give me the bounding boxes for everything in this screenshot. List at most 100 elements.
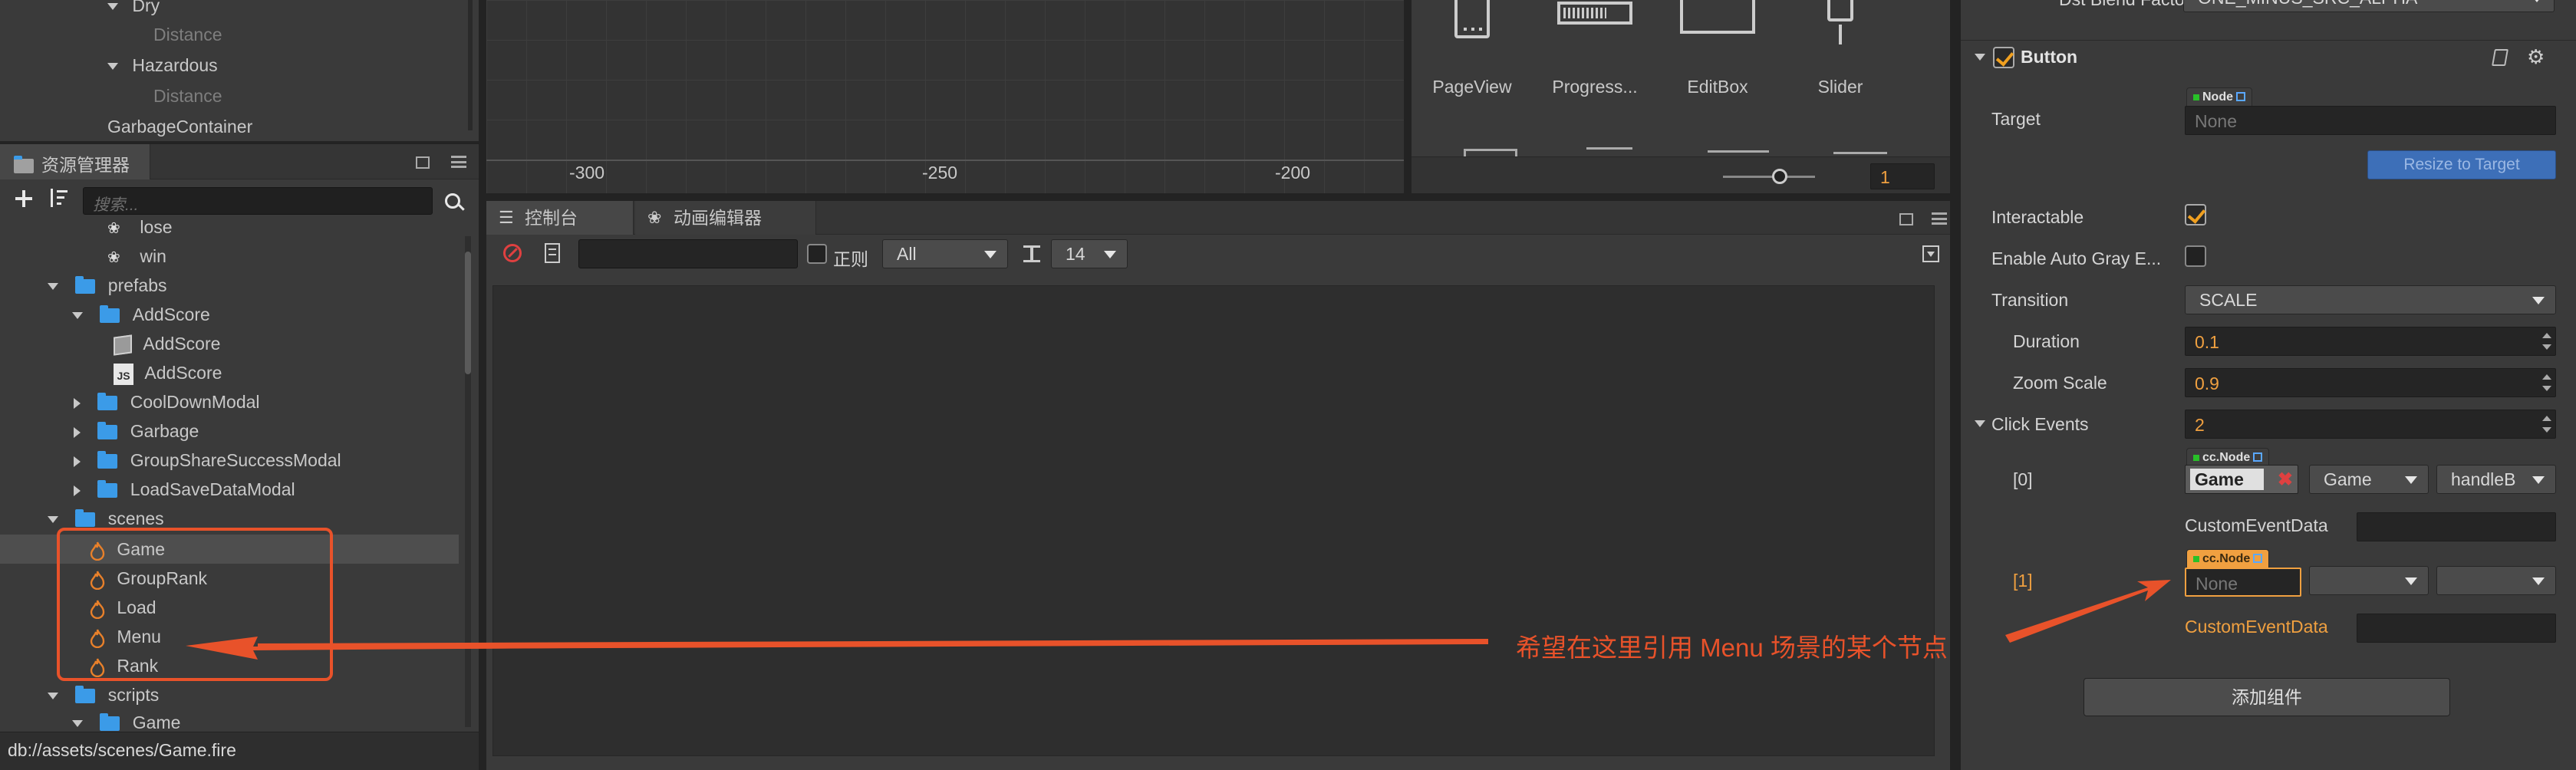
popout-icon[interactable] xyxy=(1899,213,1913,225)
interactable-checkbox[interactable] xyxy=(2185,204,2206,225)
zoom-slider-track[interactable] xyxy=(1723,176,1815,178)
auto-gray-checkbox[interactable] xyxy=(2185,245,2206,267)
event0-component-select[interactable]: Game xyxy=(2309,465,2429,494)
button-component-header[interactable]: Button ⚙ xyxy=(1961,40,2576,75)
asset-folder-addscore[interactable]: AddScore xyxy=(72,300,210,329)
widget-item-progressbar[interactable]: Progress... xyxy=(1545,0,1645,107)
asset-folder-cooldownmodal[interactable]: CoolDownModal xyxy=(74,387,260,416)
widget-item-slider[interactable]: Slider xyxy=(1790,0,1890,107)
event0-custom-data-field[interactable] xyxy=(2357,512,2556,541)
regex-checkbox[interactable] xyxy=(807,244,827,264)
event0-node-field[interactable]: Game ✖ xyxy=(2185,465,2298,494)
zoom-value-field[interactable]: 1 xyxy=(1870,163,1935,189)
event1-custom-data-field[interactable] xyxy=(2357,614,2556,643)
asset-manager-panel: 资源管理器 搜索... ❀ lose ❀ win prefabs AddScor… xyxy=(0,144,479,770)
widget-item-editbox[interactable]: EditBox xyxy=(1668,0,1767,107)
widget-item-pageview[interactable]: PageView xyxy=(1422,0,1522,107)
expand-arrow-icon[interactable] xyxy=(1975,54,1985,61)
asset-folder-loadsavedatamodal[interactable]: LoadSaveDataModal xyxy=(74,475,295,504)
asset-item-addscore-script[interactable]: JS AddScore xyxy=(114,358,222,387)
event0-handler-select[interactable]: handleB xyxy=(2436,465,2556,494)
progressbar-icon xyxy=(1557,2,1632,25)
chevron-down-icon xyxy=(2532,578,2545,585)
chevron-down-icon xyxy=(2405,578,2417,585)
zoom-slider-handle[interactable] xyxy=(1772,169,1787,184)
hierarchy-item-distance[interactable]: Distance xyxy=(153,81,222,110)
expand-arrow-icon[interactable] xyxy=(48,693,58,700)
resize-to-target-button[interactable]: Resize to Target xyxy=(2367,150,2556,179)
asset-folder-scripts[interactable]: scripts xyxy=(48,680,159,709)
collapse-arrow-icon[interactable] xyxy=(74,456,81,467)
stepper-icon[interactable] xyxy=(2538,410,2555,438)
asset-item-lose[interactable]: ❀ lose xyxy=(107,219,173,242)
asset-tree: ❀ lose ❀ win prefabs AddScore AddScore J… xyxy=(0,219,469,732)
event1-node-field[interactable]: None xyxy=(2185,568,2301,597)
clear-node-icon[interactable]: ✖ xyxy=(2278,469,2293,491)
collapse-toggle-icon[interactable] xyxy=(1922,245,1939,262)
expand-arrow-icon[interactable] xyxy=(107,63,118,71)
asset-folder-groupsharesuccessmodal[interactable]: GroupShareSuccessModal xyxy=(74,446,341,475)
duration-field[interactable]: 0.1 xyxy=(2185,327,2556,356)
menu-icon[interactable] xyxy=(451,156,466,168)
transition-select[interactable]: SCALE xyxy=(2185,285,2556,314)
hierarchy-item-dry[interactable]: Dry xyxy=(107,0,160,20)
clear-console-icon[interactable] xyxy=(503,244,522,262)
hierarchy-item-distance[interactable]: Distance xyxy=(153,20,222,49)
dst-blend-factor-select[interactable]: ONE_MINUS_SRC_ALPHA xyxy=(2183,0,2555,12)
collapse-arrow-icon[interactable] xyxy=(74,397,81,409)
expand-arrow-icon[interactable] xyxy=(107,3,118,11)
event1-component-select[interactable] xyxy=(2309,566,2429,595)
link-icon[interactable] xyxy=(2253,554,2263,563)
expand-arrow-icon[interactable] xyxy=(48,516,58,524)
menu-icon[interactable] xyxy=(1932,212,1947,225)
hierarchy-scrollbar[interactable] xyxy=(468,0,473,130)
stepper-icon[interactable] xyxy=(2538,327,2555,355)
scene-axis-line xyxy=(486,160,1404,161)
asset-manager-tab[interactable]: 资源管理器 xyxy=(0,144,150,179)
gear-icon[interactable]: ⚙ xyxy=(2527,45,2545,69)
hierarchy-item-garbage-container[interactable]: GarbageContainer xyxy=(107,112,252,141)
log-level-select[interactable]: All xyxy=(882,239,1008,268)
link-icon[interactable] xyxy=(2253,452,2263,462)
expand-arrow-icon[interactable] xyxy=(72,312,83,320)
target-node-field[interactable]: None xyxy=(2185,106,2556,135)
widget-label: Progress... xyxy=(1552,77,1638,97)
popout-icon[interactable] xyxy=(416,156,430,169)
hierarchy-item-hazardous[interactable]: Hazardous xyxy=(107,51,218,80)
font-size-select[interactable]: 14 xyxy=(1051,239,1128,268)
stepper-icon[interactable] xyxy=(2538,369,2555,397)
asset-item-win[interactable]: ❀ win xyxy=(107,242,166,271)
collapse-arrow-icon[interactable] xyxy=(74,485,81,496)
asset-item-addscore-prefab[interactable]: AddScore xyxy=(114,329,220,358)
js-icon: JS xyxy=(114,363,133,385)
search-icon[interactable] xyxy=(445,193,465,211)
scene-view[interactable]: -300 -250 -200 xyxy=(486,0,1404,193)
tab-console[interactable]: ☰ 控制台 xyxy=(486,201,634,235)
collapse-arrow-icon[interactable] xyxy=(74,426,81,438)
asset-search-input[interactable]: 搜索... xyxy=(83,187,433,215)
tab-animation-editor[interactable]: ❀ 动画编辑器 xyxy=(635,201,816,235)
console-log-area[interactable] xyxy=(492,285,1935,756)
link-icon[interactable] xyxy=(2236,92,2245,101)
asset-folder-prefabs[interactable]: prefabs xyxy=(48,271,167,300)
asset-scrollbar[interactable] xyxy=(465,236,471,727)
button-enabled-checkbox[interactable] xyxy=(1993,47,2014,68)
sort-icon[interactable] xyxy=(49,189,69,209)
open-log-file-icon[interactable] xyxy=(545,243,560,263)
expand-arrow-icon[interactable] xyxy=(1975,420,1985,427)
zoom-scale-field[interactable]: 0.9 xyxy=(2185,368,2556,397)
expand-arrow-icon[interactable] xyxy=(72,720,83,728)
help-doc-icon[interactable] xyxy=(2492,49,2508,66)
asset-folder-garbage[interactable]: Garbage xyxy=(74,416,199,446)
asset-folder-game[interactable]: Game xyxy=(72,708,180,732)
console-filter-input[interactable] xyxy=(578,239,798,268)
click-events-count-field[interactable]: 2 xyxy=(2185,410,2556,439)
chevron-down-icon xyxy=(2531,0,2543,2)
widget-label: Slider xyxy=(1817,77,1863,97)
chevron-down-icon xyxy=(2532,476,2545,484)
node-type-tag: cc.Node xyxy=(2186,549,2270,568)
add-asset-button[interactable] xyxy=(15,190,32,207)
event1-handler-select[interactable] xyxy=(2436,566,2556,595)
expand-arrow-icon[interactable] xyxy=(48,283,58,291)
add-component-button[interactable]: 添加组件 xyxy=(2084,678,2450,716)
